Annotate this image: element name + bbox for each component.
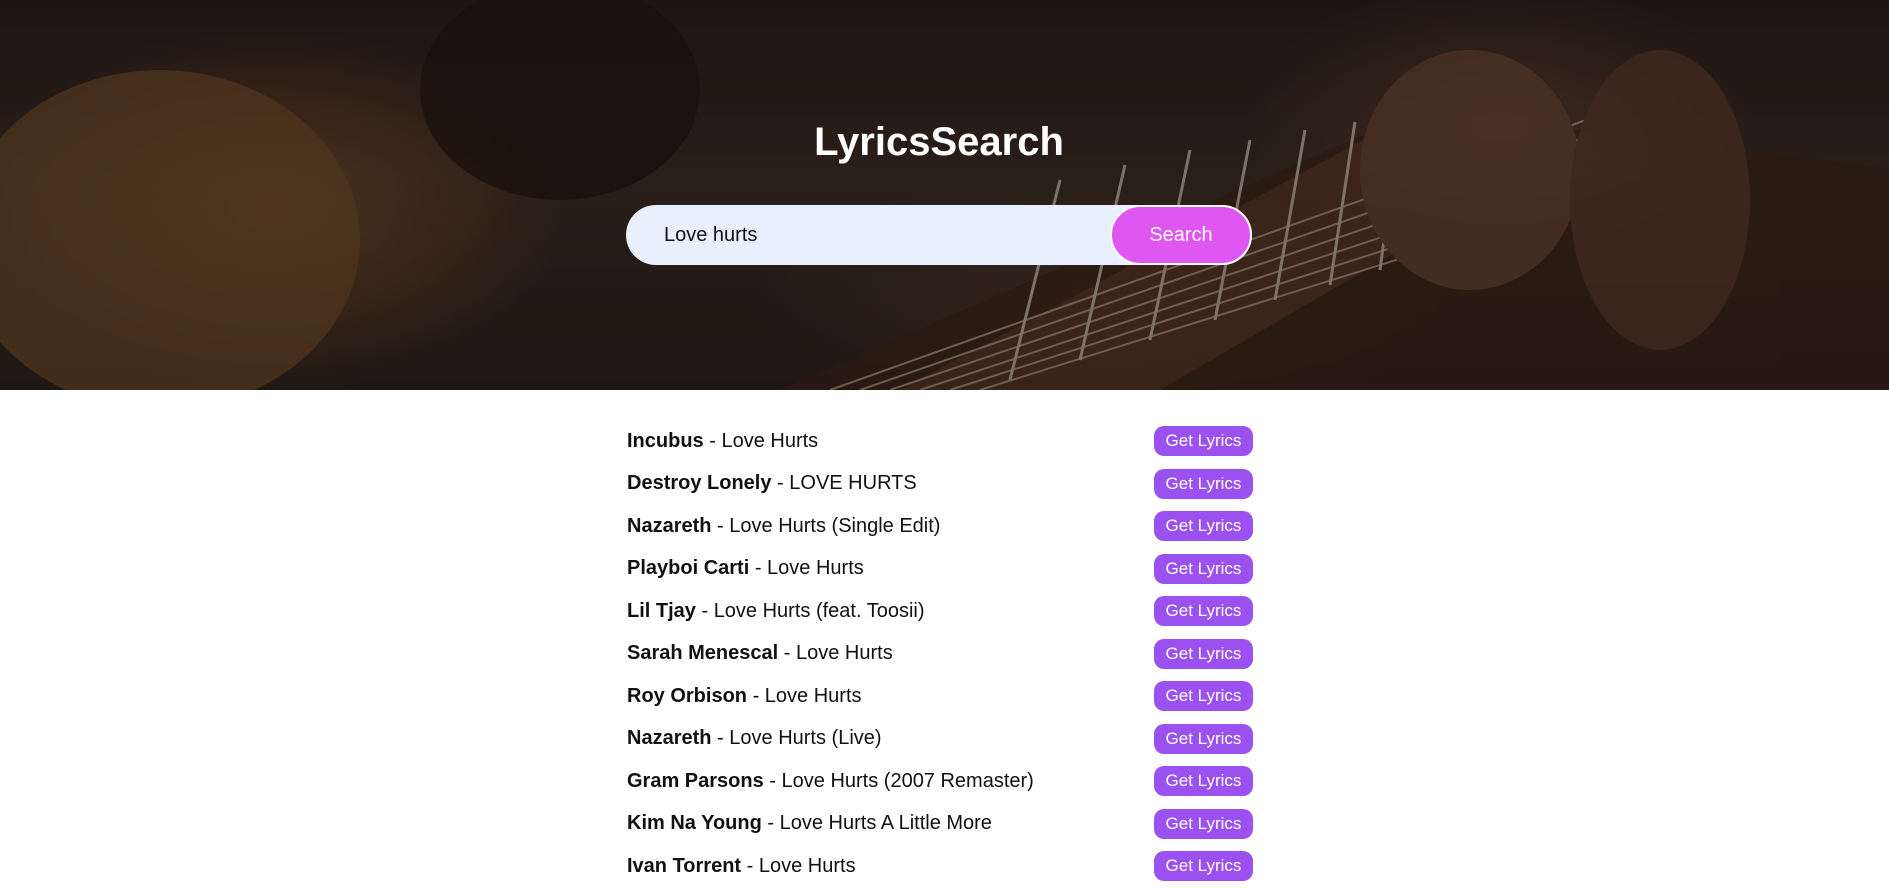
separator: -	[711, 514, 730, 537]
result-item: Ivan Torrent - Love Hurts Get Lyrics	[627, 845, 1253, 888]
song-title: Love Hurts (feat. Toosii)	[713, 599, 925, 622]
song-title: Love Hurts	[758, 854, 856, 877]
song-title: Love Hurts	[767, 557, 864, 580]
get-lyrics-button[interactable]: Get Lyrics	[1154, 808, 1253, 839]
results-list: Incubus - Love Hurts Get Lyrics Destroy …	[627, 420, 1253, 888]
song-title: Love Hurts A Little More	[779, 812, 992, 835]
result-item: Kim Na Young - Love Hurts A Little More …	[627, 803, 1253, 846]
separator: -	[747, 684, 765, 707]
result-item: Nazareth - Love Hurts (Live) Get Lyrics	[627, 718, 1253, 761]
separator: -	[695, 599, 714, 622]
song-info: Destroy Lonely - LOVE HURTS	[627, 472, 917, 495]
hero-content: LyricsSearch Search	[0, 0, 1889, 390]
artist-name: Sarah Menescal	[627, 642, 779, 665]
artist-name: Incubus	[627, 429, 704, 452]
separator: -	[741, 854, 759, 877]
song-title: LOVE HURTS	[789, 472, 917, 495]
get-lyrics-button[interactable]: Get Lyrics	[1154, 468, 1253, 499]
hero-banner: LyricsSearch Search	[0, 0, 1889, 390]
song-info: Sarah Menescal - Love Hurts	[627, 642, 893, 665]
search-form: Search	[626, 205, 1252, 265]
separator: -	[761, 812, 780, 835]
artist-name: Kim Na Young	[627, 812, 762, 835]
song-title: Love Hurts	[721, 429, 819, 452]
search-button[interactable]: Search	[1110, 205, 1252, 265]
song-title: Love Hurts (Live)	[729, 727, 882, 750]
get-lyrics-button[interactable]: Get Lyrics	[1154, 596, 1253, 627]
song-info: Nazareth - Love Hurts (Single Edit)	[627, 515, 940, 538]
song-title: Love Hurts	[764, 684, 862, 707]
song-title: Love Hurts (Single Edit)	[729, 514, 941, 537]
result-item: Nazareth - Love Hurts (Single Edit) Get …	[627, 505, 1253, 548]
get-lyrics-button[interactable]: Get Lyrics	[1154, 681, 1253, 712]
song-info: Kim Na Young - Love Hurts A Little More	[627, 812, 992, 835]
song-info: Ivan Torrent - Love Hurts	[627, 855, 856, 878]
get-lyrics-button[interactable]: Get Lyrics	[1154, 426, 1253, 457]
artist-name: Nazareth	[627, 514, 712, 537]
artist-name: Nazareth	[627, 727, 712, 750]
get-lyrics-button[interactable]: Get Lyrics	[1154, 638, 1253, 669]
artist-name: Playboi Carti	[627, 557, 750, 580]
artist-name: Lil Tjay	[627, 599, 696, 622]
search-input[interactable]	[626, 205, 1106, 265]
separator: -	[711, 727, 730, 750]
artist-name: Destroy Lonely	[627, 472, 772, 495]
get-lyrics-button[interactable]: Get Lyrics	[1154, 851, 1253, 882]
result-item: Gram Parsons - Love Hurts (2007 Remaster…	[627, 760, 1253, 803]
song-info: Nazareth - Love Hurts (Live)	[627, 727, 882, 750]
song-info: Incubus - Love Hurts	[627, 430, 818, 453]
song-title: Love Hurts (2007 Remaster)	[781, 769, 1034, 792]
get-lyrics-button[interactable]: Get Lyrics	[1154, 511, 1253, 542]
artist-name: Roy Orbison	[627, 684, 748, 707]
separator: -	[763, 769, 782, 792]
result-item: Destroy Lonely - LOVE HURTS Get Lyrics	[627, 463, 1253, 506]
artist-name: Ivan Torrent	[627, 854, 742, 877]
result-item: Playboi Carti - Love Hurts Get Lyrics	[627, 548, 1253, 591]
song-info: Gram Parsons - Love Hurts (2007 Remaster…	[627, 770, 1034, 793]
song-info: Playboi Carti - Love Hurts	[627, 557, 864, 580]
song-info: Roy Orbison - Love Hurts	[627, 685, 862, 708]
song-title: Love Hurts	[795, 642, 893, 665]
separator: -	[771, 472, 790, 495]
result-item: Sarah Menescal - Love Hurts Get Lyrics	[627, 633, 1253, 676]
separator: -	[749, 557, 768, 580]
get-lyrics-button[interactable]: Get Lyrics	[1154, 766, 1253, 797]
song-info: Lil Tjay - Love Hurts (feat. Toosii)	[627, 600, 925, 623]
artist-name: Gram Parsons	[627, 769, 764, 792]
separator: -	[778, 642, 796, 665]
result-item: Roy Orbison - Love Hurts Get Lyrics	[627, 675, 1253, 718]
result-item: Incubus - Love Hurts Get Lyrics	[627, 420, 1253, 463]
result-item: Lil Tjay - Love Hurts (feat. Toosii) Get…	[627, 590, 1253, 633]
app-title: LyricsSearch	[814, 120, 1064, 164]
separator: -	[703, 429, 722, 452]
get-lyrics-button[interactable]: Get Lyrics	[1154, 553, 1253, 584]
get-lyrics-button[interactable]: Get Lyrics	[1154, 723, 1253, 754]
